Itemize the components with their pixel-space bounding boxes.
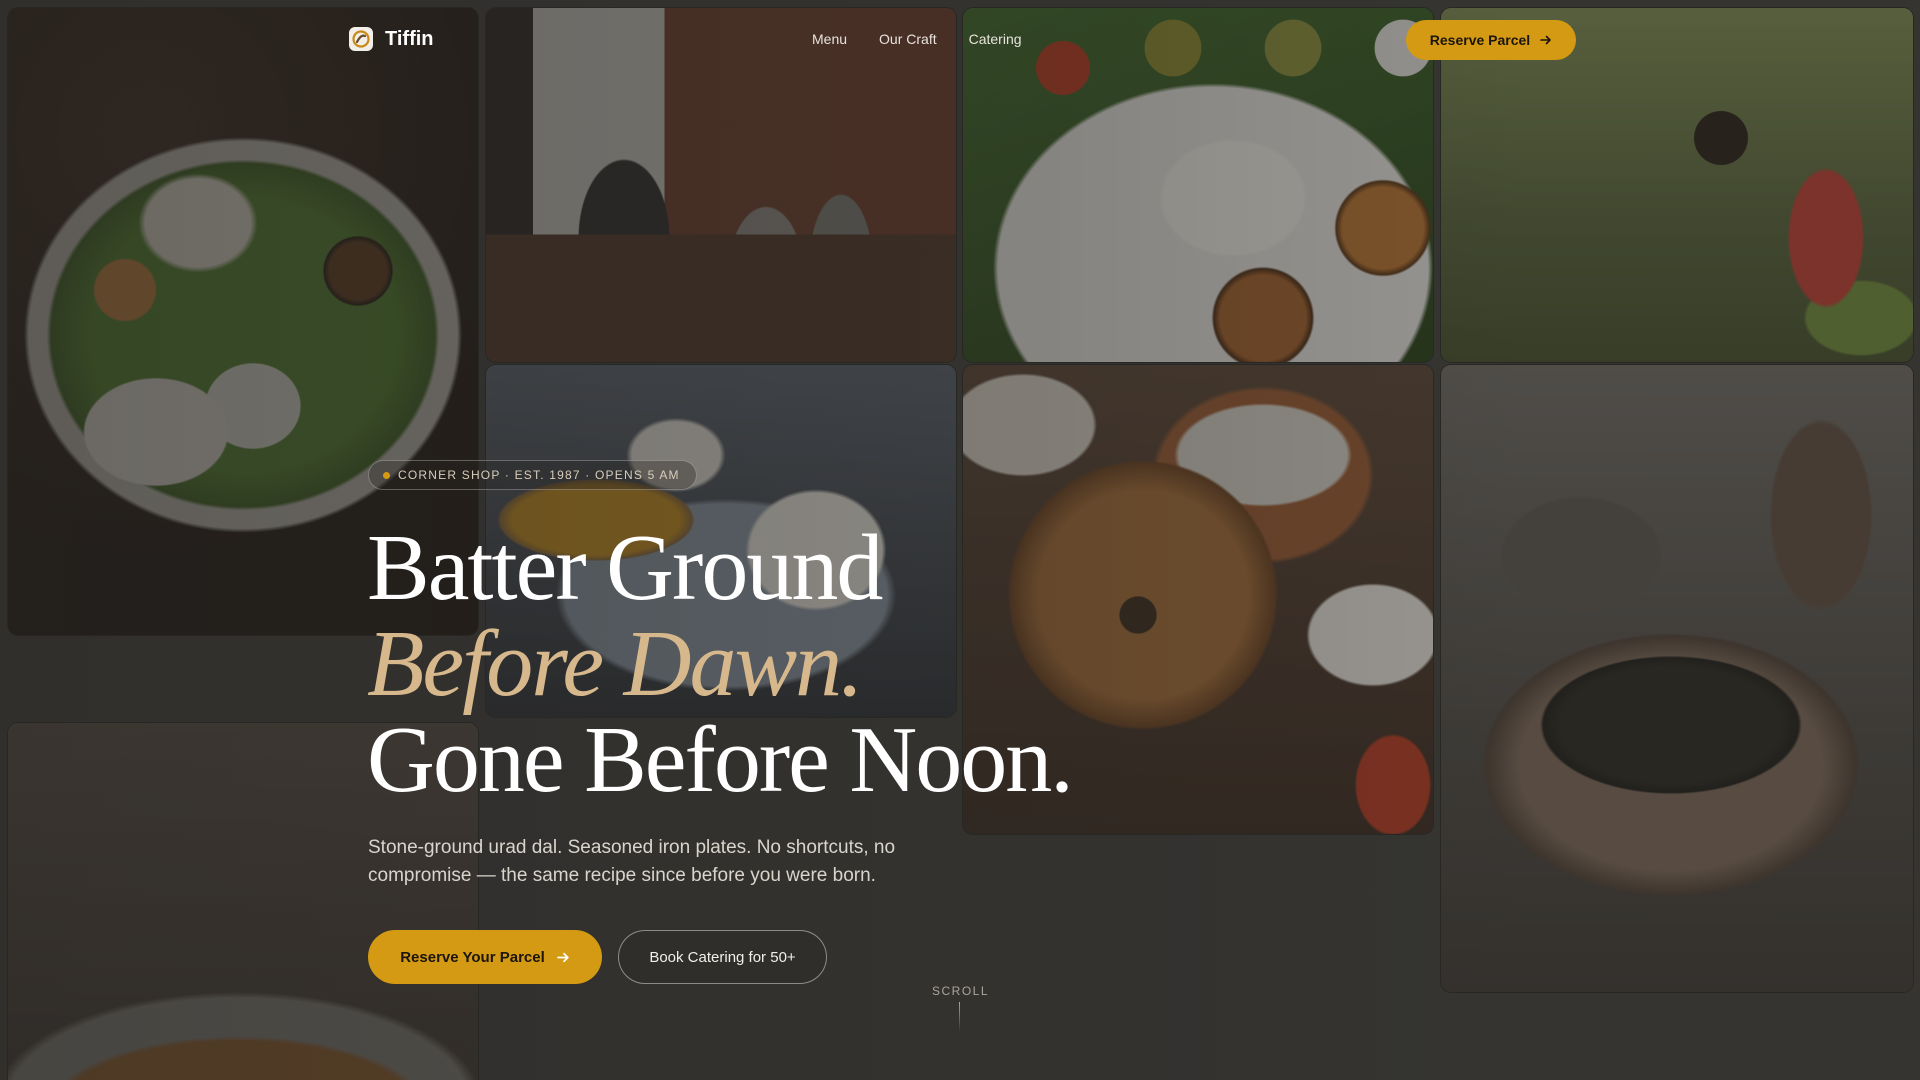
stone-grinder-photo — [1441, 365, 1913, 992]
hero-headline: Batter Ground Before Dawn. Gone Before N… — [367, 516, 1074, 812]
field-worker-photo — [1441, 8, 1913, 362]
headline-line-1: Batter Ground — [367, 516, 883, 620]
nav-link-our-craft[interactable]: Our Craft — [879, 31, 937, 47]
status-dot-icon — [383, 471, 390, 479]
arrow-right-icon — [1540, 34, 1552, 46]
idli-vada-plate-photo — [963, 8, 1433, 362]
reserve-your-parcel-button[interactable]: Reserve Your Parcel — [368, 930, 602, 984]
reserve-parcel-label: Reserve Parcel — [1429, 32, 1531, 48]
scroll-line — [959, 1002, 960, 1032]
nav-link-menu[interactable]: Menu — [812, 31, 847, 47]
arrow-right-icon — [556, 951, 570, 964]
headline-line-2: Before Dawn. — [367, 612, 864, 716]
brand[interactable]: Tiffin — [349, 27, 434, 51]
hero-subcopy: Stone-ground urad dal. Seasoned iron pla… — [368, 837, 896, 886]
hero-badge-text: CORNER SHOP · EST. 1987 · OPENS 5 AM — [398, 468, 680, 482]
spiral-logo-icon — [349, 27, 373, 51]
nav-links: Menu Our Craft Catering — [812, 31, 1022, 47]
filter-coffee-pour-photo — [486, 8, 956, 362]
headline-line-3: Gone Before Noon. — [367, 708, 1074, 812]
nav-link-catering[interactable]: Catering — [969, 31, 1022, 47]
book-catering-button[interactable]: Book Catering for 50+ — [618, 930, 827, 984]
hero-badge: CORNER SHOP · EST. 1987 · OPENS 5 AM — [368, 460, 697, 490]
book-catering-label: Book Catering for 50+ — [649, 948, 796, 966]
reserve-parcel-button[interactable]: Reserve Parcel — [1406, 20, 1576, 60]
scroll-indicator[interactable]: SCROLL — [932, 984, 988, 998]
brand-name: Tiffin — [385, 27, 434, 50]
reserve-your-parcel-label: Reserve Your Parcel — [400, 948, 545, 966]
